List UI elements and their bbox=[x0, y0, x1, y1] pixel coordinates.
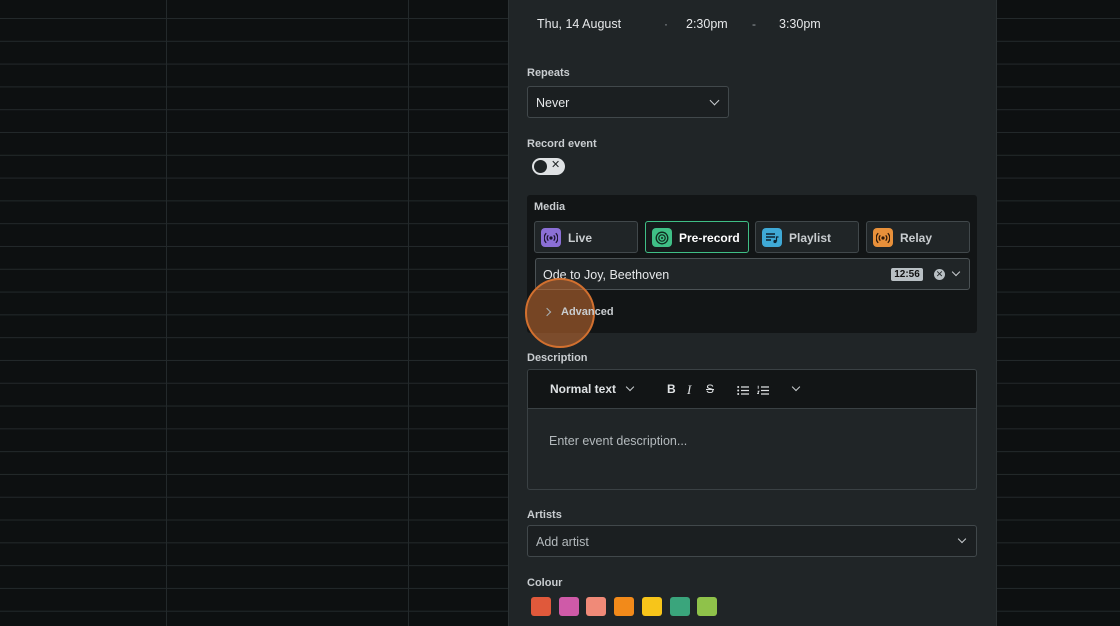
italic-icon[interactable]: I bbox=[687, 382, 691, 398]
bullet-list-icon[interactable] bbox=[737, 383, 749, 401]
description-input[interactable]: Enter event description... bbox=[549, 434, 687, 448]
advanced-toggle[interactable]: Advanced bbox=[561, 306, 614, 318]
duration-badge: 12:56 bbox=[891, 268, 923, 281]
repeats-label: Repeats bbox=[527, 67, 570, 79]
chevron-down-icon[interactable] bbox=[625, 382, 635, 392]
media-option-label: Pre-record bbox=[679, 231, 740, 245]
media-option-relay[interactable]: Relay bbox=[866, 221, 970, 253]
playlist-icon bbox=[762, 228, 782, 247]
start-time-field[interactable]: 2:30pm bbox=[686, 17, 728, 31]
colour-swatch[interactable] bbox=[531, 597, 551, 616]
artists-label: Artists bbox=[527, 509, 562, 521]
strikethrough-icon[interactable]: S bbox=[706, 382, 714, 396]
separator-dot: · bbox=[664, 17, 668, 31]
vinyl-icon bbox=[652, 228, 672, 247]
chevron-down-icon bbox=[709, 95, 720, 106]
media-option-label: Playlist bbox=[789, 231, 832, 245]
media-option-live[interactable]: Live bbox=[534, 221, 638, 253]
end-time-field[interactable]: 3:30pm bbox=[779, 17, 821, 31]
calendar-column-divider bbox=[166, 0, 167, 626]
description-label: Description bbox=[527, 352, 588, 364]
numbered-list-icon[interactable] bbox=[756, 383, 769, 401]
record-event-toggle[interactable]: ✕ bbox=[532, 158, 565, 175]
editor-toolbar: Normal text B I S bbox=[528, 370, 976, 409]
artists-input[interactable]: Add artist bbox=[536, 535, 589, 549]
clear-icon[interactable]: ✕ bbox=[934, 269, 945, 280]
media-option-playlist[interactable]: Playlist bbox=[755, 221, 859, 253]
colour-swatch[interactable] bbox=[614, 597, 635, 616]
colour-swatch[interactable] bbox=[558, 597, 579, 616]
text-style-select[interactable]: Normal text bbox=[550, 382, 616, 396]
media-option-label: Relay bbox=[900, 231, 933, 245]
calendar-column-divider bbox=[408, 0, 409, 626]
bold-icon[interactable]: B bbox=[667, 382, 676, 396]
media-label: Media bbox=[534, 201, 566, 213]
colour-swatch[interactable] bbox=[697, 597, 718, 616]
chevron-down-icon[interactable] bbox=[951, 267, 961, 277]
toggle-knob bbox=[534, 160, 547, 173]
record-event-label: Record event bbox=[527, 138, 597, 150]
more-options-chevron-icon[interactable] bbox=[791, 382, 801, 392]
colour-label: Colour bbox=[527, 577, 563, 589]
broadcast-icon bbox=[541, 228, 561, 247]
media-option-label: Live bbox=[568, 231, 593, 245]
description-editor: Normal text B I S Enter event descriptio… bbox=[527, 369, 977, 490]
colour-swatch[interactable] bbox=[669, 597, 690, 616]
separator-dash: - bbox=[752, 17, 756, 31]
colour-swatch[interactable] bbox=[586, 597, 607, 616]
relay-icon bbox=[873, 228, 893, 247]
media-option-pre-record[interactable]: Pre-record bbox=[645, 221, 749, 253]
close-icon: ✕ bbox=[551, 159, 561, 171]
colour-swatch[interactable] bbox=[641, 597, 662, 616]
repeats-value: Never bbox=[536, 96, 570, 110]
artists-select[interactable]: Add artist bbox=[527, 525, 977, 557]
date-field[interactable]: Thu, 14 August bbox=[537, 17, 621, 31]
repeats-select[interactable]: Never bbox=[527, 86, 729, 118]
chevron-down-icon bbox=[957, 534, 967, 544]
track-select[interactable]: Ode to Joy, Beethoven 12:56 ✕ bbox=[535, 258, 970, 290]
